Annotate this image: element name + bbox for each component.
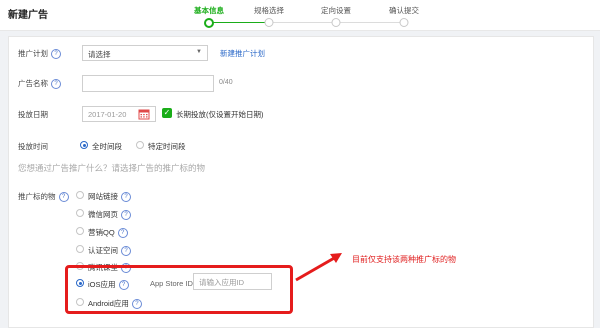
annotation-text: 目前仅支持该两种推广标的物 [352,255,456,264]
annotation-arrow-icon [295,253,342,282]
